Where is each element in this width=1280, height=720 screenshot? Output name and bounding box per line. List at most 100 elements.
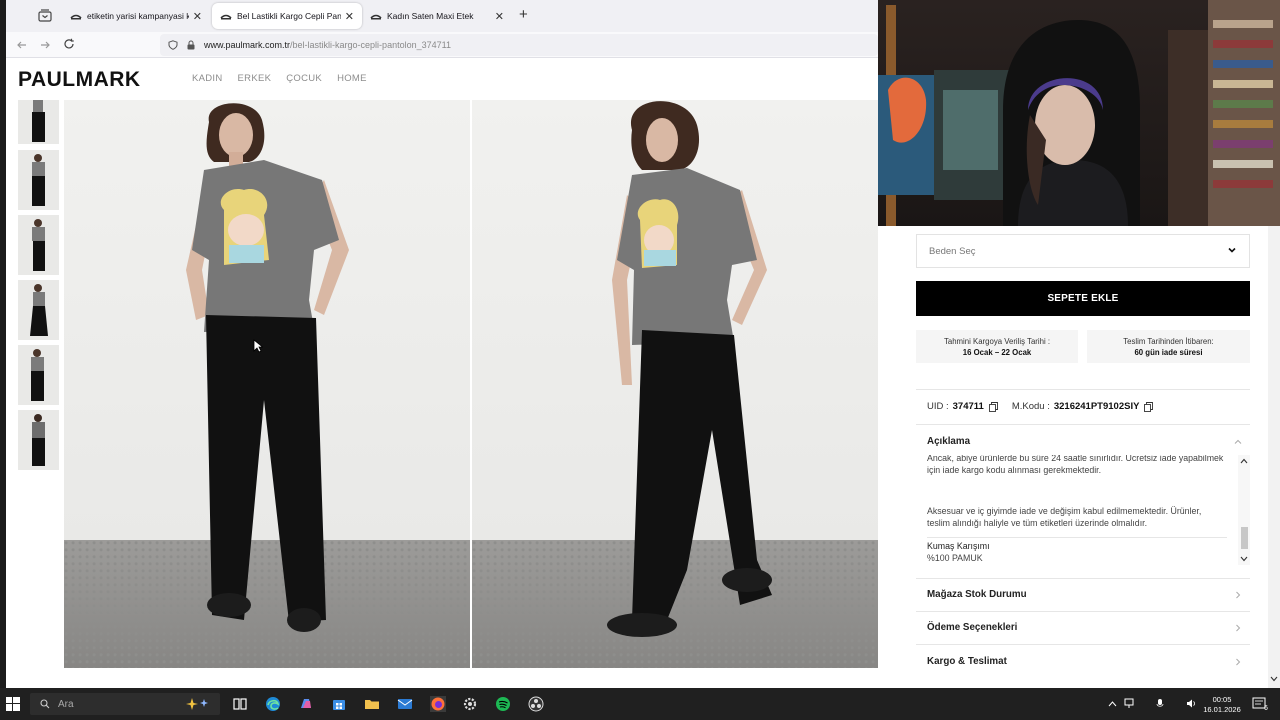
divider [927,537,1227,538]
store-stock-accordion[interactable]: Mağaza Stok Durumu [927,589,1027,600]
panel-scrollbar[interactable] [1268,226,1280,688]
tab-pantolon[interactable]: Bel Lastikli Kargo Cepli Pantolon ✕ [212,3,362,29]
mouse-cursor-icon [253,339,263,353]
description-accordion-title[interactable]: Açıklama [927,436,970,447]
forward-icon[interactable] [39,39,51,51]
mail-icon[interactable] [397,696,413,712]
firefox-icon[interactable] [430,696,446,712]
tab-title: Bel Lastikli Kargo Cepli Pantolon [237,11,341,21]
copy-icon[interactable] [1144,401,1154,412]
size-select-value: Beden Seç [929,245,976,257]
divider [916,644,1250,645]
tab-title: Kadın Saten Maxi Etek [387,11,474,21]
code-label: M.Kodu : [1011,401,1050,412]
product-photo-front[interactable] [64,100,470,668]
notification-count: 6 [1264,705,1268,712]
menu-item-home[interactable]: HOME [337,73,367,84]
add-to-cart-button[interactable]: SEPETE EKLE [916,281,1250,316]
close-tab-icon[interactable]: ✕ [345,10,354,23]
sparkle-icon [186,698,208,710]
scroll-down-icon[interactable] [1270,676,1278,682]
tab-kampanya[interactable]: etiketin yarisi kampanyasi kadın ✕ [62,3,210,29]
uid-value: 374711 [952,401,984,412]
description-line: için iade kargo kodu alınması gerekmekte… [927,465,1102,475]
volume-icon[interactable] [1186,698,1197,709]
chevron-right-icon[interactable] [1234,624,1242,632]
windows-icon[interactable] [6,697,20,711]
url-domain: www.paulmark.com.tr [204,40,291,50]
chevron-up-icon[interactable] [1234,438,1242,446]
explorer-icon[interactable] [364,696,380,712]
paulmark-favicon-icon [70,14,82,20]
chevron-up-icon[interactable] [1108,700,1117,707]
windows-taskbar: Ara 00:05 16.01.2026 6 [0,688,1280,720]
shipping-delivery-accordion[interactable]: Kargo & Teslimat [927,656,1007,667]
obs-icon[interactable] [528,696,544,712]
settings-icon[interactable] [462,696,478,712]
code-value: 3216241PT9102SIY [1053,401,1140,412]
lock-icon[interactable] [186,40,196,50]
uid-label: UID : [927,401,949,412]
url-bar[interactable]: www.paulmark.com.tr/bel-lastikli-kargo-c… [160,34,878,56]
product-codes: UID : 374711 M.Kodu : 3216241PT9102SIY [927,401,1167,412]
site-logo[interactable]: PAULMARK [18,68,141,92]
taskbar-clock[interactable]: 00:05 16.01.2026 [1200,695,1244,715]
product-thumbnail[interactable] [18,150,59,210]
task-view-icon[interactable] [232,696,248,712]
menu-item-cocuk[interactable]: ÇOCUK [286,73,322,84]
search-placeholder: Ara [58,698,74,710]
shipping-date-box: Tahmini Kargoya Veriliş Tarihi : 16 Ocak… [916,330,1078,363]
copilot-icon[interactable] [298,696,314,712]
paulmark-favicon-icon [370,14,382,20]
spotify-icon[interactable] [495,696,511,712]
search-icon [40,699,50,709]
chevron-right-icon[interactable] [1234,591,1242,599]
description-scrollbar[interactable] [1238,455,1250,565]
reload-icon[interactable] [63,38,75,50]
tab-title: etiketin yarisi kampanyasi kadın [87,11,189,21]
menu-item-kadin[interactable]: KADIN [192,73,223,84]
return-period-value: 60 gün iade süresi [1134,348,1203,357]
menu-item-erkek[interactable]: ERKEK [238,73,272,84]
back-icon[interactable] [16,39,28,51]
close-tab-icon[interactable]: ✕ [495,10,504,23]
edge-icon[interactable] [265,696,281,712]
product-thumbnail[interactable] [18,345,59,405]
return-period-label: Teslim Tarihinden İtibaren: [1123,337,1214,346]
shipping-date-label: Tahmini Kargoya Veriliş Tarihi : [943,337,1051,346]
site-header: PAULMARK KADIN ERKEK ÇOCUK HOME [6,58,878,100]
nav-bar: www.paulmark.com.tr/bel-lastikli-kargo-c… [6,32,878,58]
copy-icon[interactable] [988,401,998,412]
product-thumbnail[interactable] [18,280,59,340]
return-period-box: Teslim Tarihinden İtibaren: 60 gün iade … [1087,330,1250,363]
store-icon[interactable] [331,696,347,712]
tab-list-icon[interactable] [38,9,52,22]
url-path: /bel-lastikli-kargo-cepli-pantolon_37471… [290,40,451,50]
divider [916,611,1250,612]
scroll-down-icon[interactable] [1240,556,1248,562]
chevron-down-icon [1228,247,1236,253]
description-line: teslim alındığı haliyle ve tüm etiketler… [927,518,1148,528]
description-line: Aksesuar ve iç giyimde iade ve değişim k… [927,506,1202,516]
product-thumbnail[interactable] [18,100,59,144]
webcam-overlay [878,0,1280,226]
taskbar-search[interactable]: Ara [30,693,220,715]
product-thumbnail[interactable] [18,215,59,275]
product-thumbnail[interactable] [18,410,59,470]
size-select[interactable]: Beden Seç [916,234,1250,268]
clock-time: 00:05 [1212,695,1232,704]
payment-options-accordion[interactable]: Ödeme Seçenekleri [927,622,1017,633]
product-photo-side[interactable] [472,100,878,668]
description-content: Ancak, abiye ürünlerde bu süre 24 saatle… [916,455,1250,565]
divider [916,424,1250,425]
mic-icon[interactable] [1156,698,1164,709]
tab-etek[interactable]: Kadın Saten Maxi Etek ✕ [362,3,512,29]
chevron-right-icon[interactable] [1234,658,1242,666]
scroll-up-icon[interactable] [1240,458,1248,464]
scroll-thumb[interactable] [1241,527,1248,549]
shield-icon[interactable] [168,40,178,50]
new-tab-button[interactable]: + [519,6,528,23]
network-icon[interactable] [1124,698,1134,709]
browser-window: etiketin yarisi kampanyasi kadın ✕ Bel L… [6,0,878,688]
close-tab-icon[interactable]: ✕ [193,10,202,23]
